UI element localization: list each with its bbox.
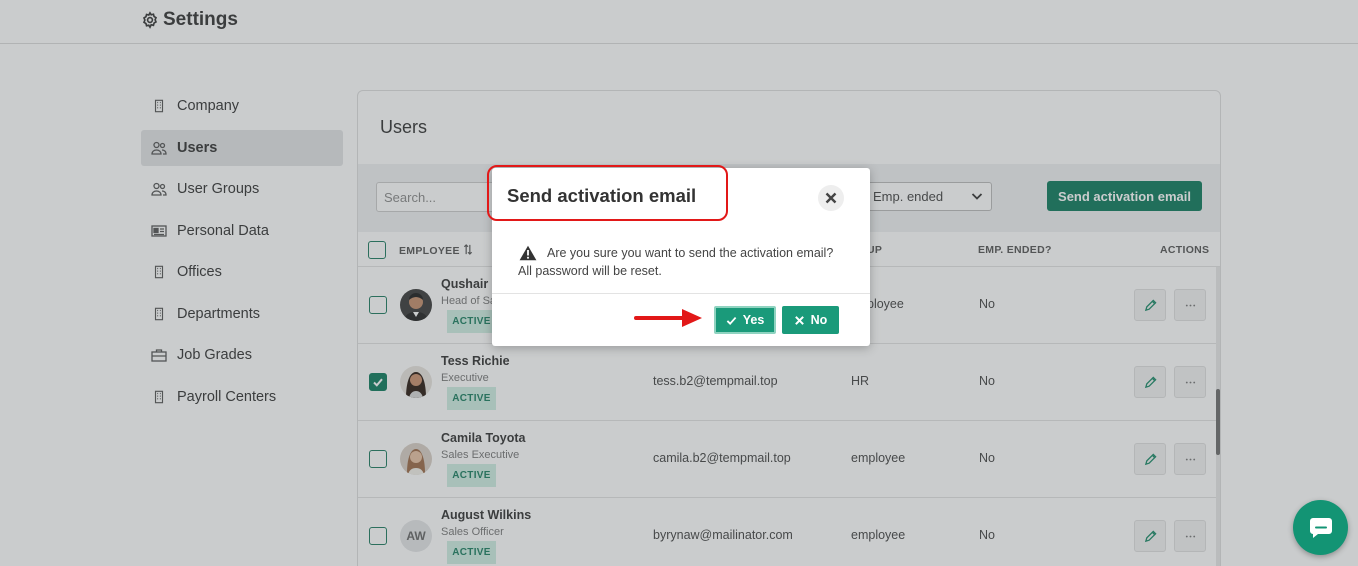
close-icon: [794, 315, 804, 325]
check-icon: [726, 316, 737, 325]
no-label: No: [810, 313, 828, 327]
yes-button[interactable]: Yes: [714, 306, 776, 334]
warning-icon: [519, 245, 537, 261]
chat-icon: [1309, 517, 1332, 538]
arrow-annotation-icon: [634, 309, 702, 327]
close-icon: [825, 192, 837, 204]
dialog-message: Are you sure you want to send the activa…: [547, 246, 834, 260]
dialog-divider: [492, 293, 870, 294]
chat-launcher-button[interactable]: [1293, 500, 1348, 555]
dialog-message-detail: All password will be reset.: [518, 264, 662, 278]
yes-label: Yes: [742, 313, 765, 327]
dialog-close-button[interactable]: [818, 185, 844, 211]
title-highlight-annotation: [487, 165, 728, 221]
no-button[interactable]: No: [782, 306, 839, 334]
